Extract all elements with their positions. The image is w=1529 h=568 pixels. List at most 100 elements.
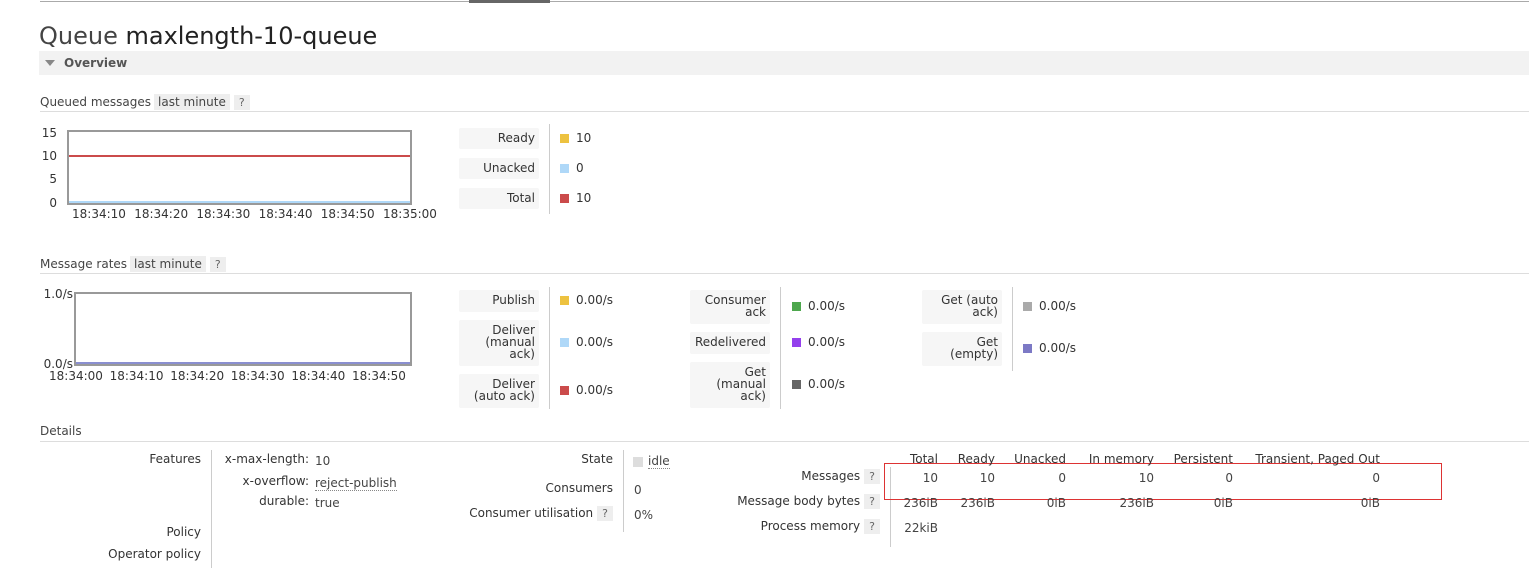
legend-value: 0.00/s xyxy=(1039,341,1077,355)
page-title: Queue maxlength-10-queue xyxy=(39,22,378,50)
divider xyxy=(40,441,1529,442)
rates-help-button[interactable]: ? xyxy=(209,257,226,272)
queued-chart-svg xyxy=(69,155,410,203)
x-tick-label: 18:34:50 xyxy=(352,369,406,383)
x-tick-label: 18:34:00 xyxy=(49,369,103,383)
stats-column-header: Unacked xyxy=(1014,452,1066,466)
legend-value: 0.00/s xyxy=(808,299,846,313)
queued-messages-chart xyxy=(67,130,412,205)
legend-separator xyxy=(1012,287,1013,371)
legend-label: Publish xyxy=(459,290,539,312)
legend-swatch xyxy=(560,386,569,395)
y-tick-label: 1.0/s xyxy=(43,287,73,301)
collapse-triangle-icon xyxy=(45,60,55,66)
legend-label: Total xyxy=(459,188,539,209)
legend-label: Ready xyxy=(459,128,539,149)
message-rates-heading: Message rates last minute? xyxy=(40,256,226,272)
x-tick-label: 18:34:10 xyxy=(109,369,164,383)
details-separator xyxy=(211,450,212,568)
legend-swatch xyxy=(792,338,801,347)
legend-value: 10 xyxy=(576,131,592,145)
stats-help-button[interactable]: ? xyxy=(864,469,880,484)
legend-value: 0.00/s xyxy=(1039,299,1077,313)
feature-value: true xyxy=(315,496,340,510)
legend-swatch xyxy=(792,380,801,389)
stats-column-header: Ready xyxy=(957,452,995,466)
stats-column-header: Persistent xyxy=(1173,452,1233,466)
overview-label: Overview xyxy=(64,56,128,70)
x-tick-label: 18:34:40 xyxy=(291,369,346,383)
stats-column-header: In memory xyxy=(1088,452,1154,466)
legend-value: 0.00/s xyxy=(576,293,614,307)
stats-cell: 236iB xyxy=(960,496,995,510)
stats-help-button[interactable]: ? xyxy=(864,519,880,534)
legend-value: 0 xyxy=(576,161,584,175)
legend-swatch xyxy=(792,302,801,311)
top-border xyxy=(40,1,1529,2)
x-tick-label: 18:35:00 xyxy=(383,207,437,221)
legend-swatch xyxy=(560,134,569,143)
details-separator xyxy=(623,450,624,532)
state-label: State xyxy=(581,452,613,466)
range-selector[interactable]: last minute xyxy=(154,94,230,110)
feature-value: 10 xyxy=(315,454,331,468)
help-button[interactable]: ? xyxy=(233,95,250,110)
legend-label: Unacked xyxy=(459,158,539,179)
stats-column-header: Transient, Paged Out xyxy=(1255,452,1380,466)
consumer-util-help-button[interactable]: ? xyxy=(597,506,613,521)
legend-label: Get (manual ack) xyxy=(690,362,770,408)
legend-value: 0.00/s xyxy=(808,377,846,391)
feature-value: reject-publish xyxy=(315,476,397,491)
legend-value: 10 xyxy=(576,191,592,205)
operator-policy-label: Operator policy xyxy=(108,547,201,561)
feature-key: x-max-length: xyxy=(224,452,309,466)
stats-cell: 22kiB xyxy=(904,521,938,535)
state-value: idle xyxy=(648,454,670,469)
legend-value: 0.00/s xyxy=(576,383,614,397)
legend-label: Deliver (manual ack) xyxy=(459,320,539,366)
stats-cell: 0 xyxy=(1225,471,1233,485)
stats-cell: 10 xyxy=(1138,471,1154,485)
legend-label: Consumer ack xyxy=(690,290,770,324)
divider xyxy=(40,111,1529,112)
active-tab-indicator xyxy=(469,0,550,3)
consumers-label: Consumers xyxy=(545,481,613,495)
x-tick-label: 18:34:40 xyxy=(258,207,313,221)
stats-cell: 0iB xyxy=(1213,496,1233,510)
stats-column-header: Total xyxy=(909,452,938,466)
stats-cell: 0 xyxy=(1372,471,1380,485)
stats-cell: 10 xyxy=(922,471,938,485)
legend-swatch xyxy=(1023,344,1032,353)
legend-swatch xyxy=(560,194,569,203)
consumers-value: 0 xyxy=(634,483,642,497)
legend-separator xyxy=(549,124,550,214)
stats-row-label: Messages? xyxy=(700,469,880,484)
stats-cell: 236iB xyxy=(903,496,938,510)
legend-label: Deliver (auto ack) xyxy=(459,374,539,408)
stats-cell: 0iB xyxy=(1360,496,1380,510)
divider xyxy=(40,273,1529,274)
y-tick-label: 5 xyxy=(49,172,57,186)
legend-swatch xyxy=(560,338,569,347)
message-rates-chart xyxy=(74,292,412,366)
stats-help-button[interactable]: ? xyxy=(864,494,880,509)
features-label: Features xyxy=(149,452,201,466)
x-tick-label: 18:34:20 xyxy=(134,207,189,221)
stats-cell: 10 xyxy=(979,471,995,485)
highlight-box xyxy=(884,463,1442,500)
x-tick-label: 18:34:10 xyxy=(72,207,126,221)
rates-range-selector[interactable]: last minute xyxy=(130,256,206,272)
consumer-utilisation-value: 0% xyxy=(634,508,654,522)
policy-label: Policy xyxy=(166,525,201,539)
y-tick-label: 0 xyxy=(49,196,57,210)
legend-swatch xyxy=(560,296,569,305)
legend-label: Get (auto ack) xyxy=(922,290,1002,324)
stats-cell: 0iB xyxy=(1046,496,1066,510)
idle-state-icon xyxy=(633,457,643,467)
overview-section-toggle[interactable]: Overview xyxy=(39,51,1529,75)
x-tick-label: 18:34:50 xyxy=(320,207,375,221)
y-tick-label: 10 xyxy=(41,149,57,163)
legend-separator xyxy=(780,287,781,409)
feature-key: durable: xyxy=(259,494,309,508)
rates-chart-svg xyxy=(76,362,410,364)
